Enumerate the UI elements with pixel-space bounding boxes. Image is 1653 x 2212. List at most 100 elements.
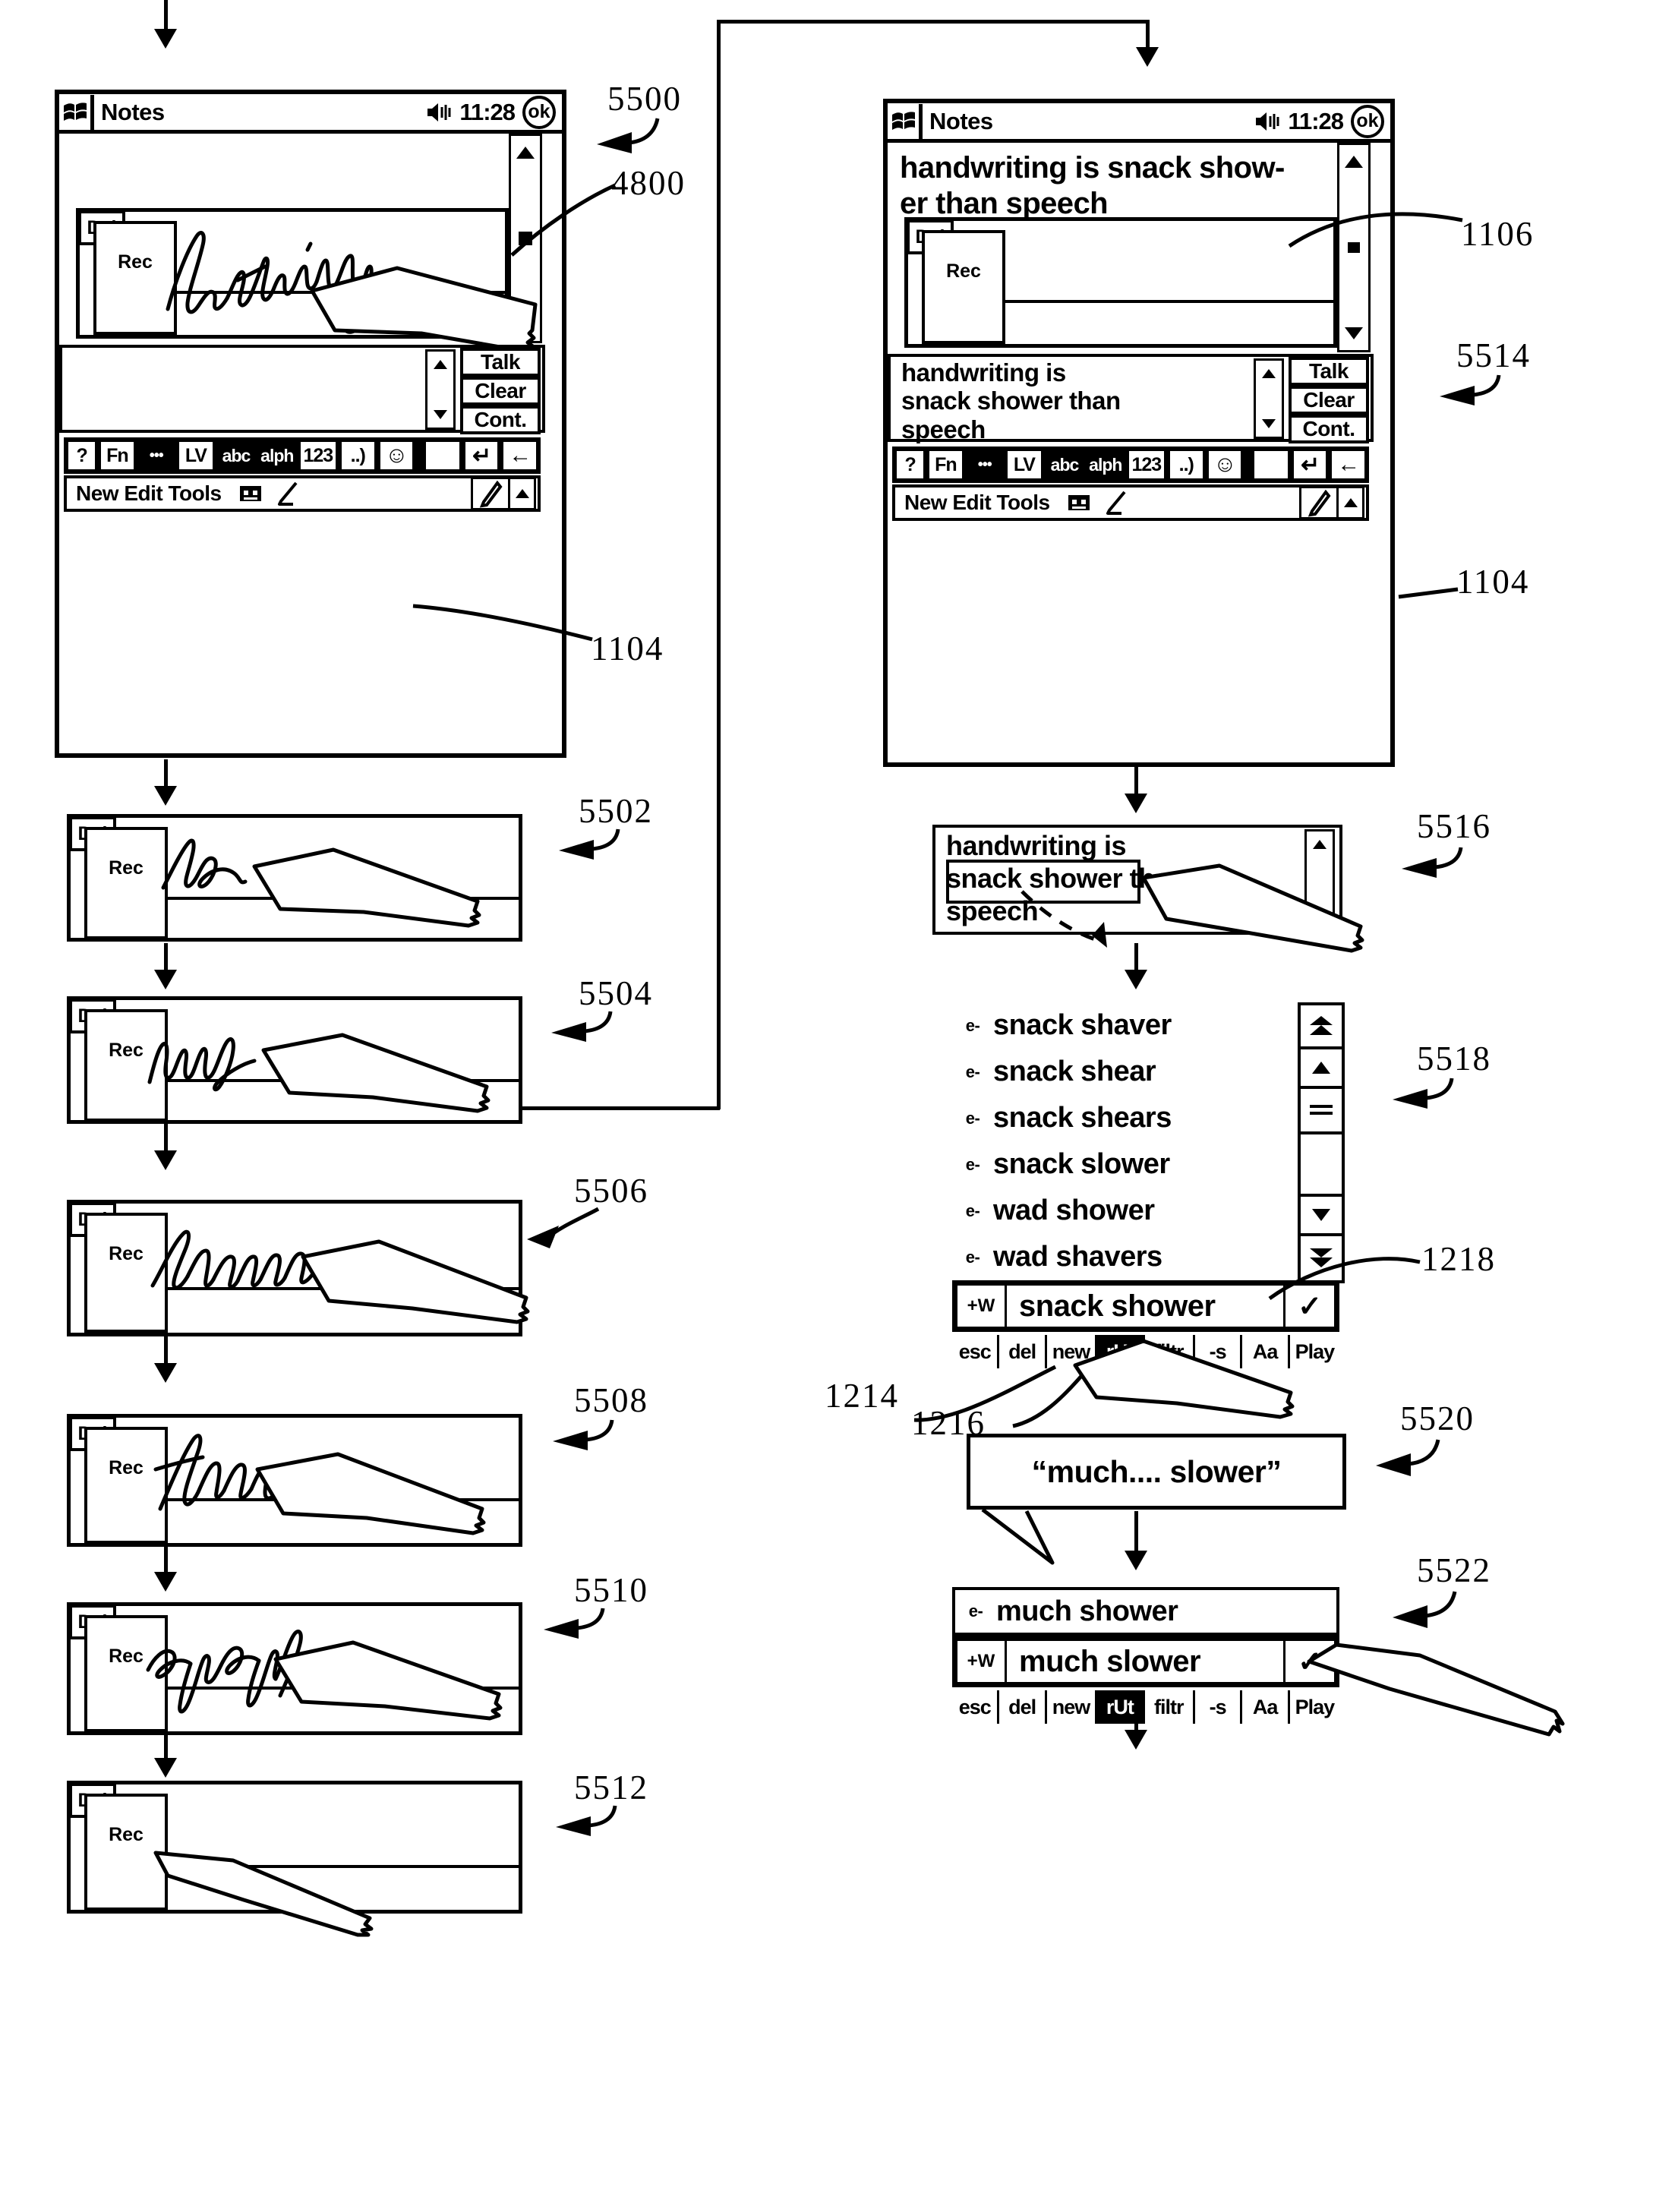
key-blank[interactable] [423,440,462,472]
scroll-down-icon[interactable] [1301,1197,1342,1236]
chevron-up-icon[interactable] [1339,486,1364,519]
status-label[interactable]: New Edit Tools [76,481,222,506]
talk-button[interactable]: Talk [1289,357,1369,386]
filtr-button[interactable]: filtr [1144,1690,1195,1724]
key-blank[interactable] [1251,449,1290,481]
key-fn[interactable]: Fn [927,449,964,481]
list-item-label[interactable]: much shower [996,1595,1178,1628]
list-item[interactable]: e- snack shears [952,1095,1339,1141]
smiley-icon[interactable]: ☺ [377,440,415,472]
selected-alternate-text[interactable]: snack shower [1007,1286,1283,1327]
statusbar-right[interactable]: New Edit Tools [892,484,1369,521]
double-up-icon[interactable] [1301,1005,1342,1049]
minus-s-button[interactable]: -s [1194,1690,1243,1724]
key-more[interactable]: ••• [137,440,175,472]
del-button[interactable]: del [999,1690,1047,1724]
scroll-down-icon[interactable] [427,402,453,428]
scroll-down-icon[interactable] [1339,317,1368,350]
aa-button[interactable]: Aa [1242,1690,1290,1724]
pen-icon[interactable] [1105,491,1128,515]
rec-button[interactable]: Rec [84,827,168,939]
key-fn[interactable]: Fn [99,440,136,472]
alternates-list-5518[interactable]: e- snack shaver e- snack shear e- snack … [952,1002,1339,1273]
chevron-up-icon[interactable] [510,477,536,510]
alternates-list-5522[interactable]: e- much shower [952,1587,1339,1636]
key-lv[interactable]: LV [176,440,216,472]
key-punct[interactable]: ..) [1167,449,1205,481]
pen-icon[interactable] [276,481,299,506]
key-punct[interactable]: ..) [339,440,377,472]
list-item[interactable]: e- snack slower [952,1141,1339,1188]
scroll-thumb[interactable] [1301,1089,1342,1134]
selection-panel-5516[interactable]: handwriting is snack shower than speech [932,825,1364,953]
recognition-text[interactable]: handwriting is snack shower than speech [901,358,1243,443]
list-item-label[interactable]: snack shaver [993,1009,1172,1042]
recognition-panel-left[interactable]: Talk Clear Cont. [59,345,545,434]
scroll-up-icon[interactable] [511,136,540,169]
ink-panel-5504[interactable]: Del Rec [67,996,522,1124]
status-label[interactable]: New Edit Tools [904,491,1050,515]
talk-button[interactable]: Talk [460,348,541,377]
note-text-right[interactable]: handwriting is snack show- er than speec… [900,150,1325,222]
scroll-track[interactable] [1301,1134,1342,1197]
list-item[interactable]: e- wad shower [952,1188,1339,1234]
selected-alternate-text[interactable]: much slower [1007,1641,1283,1682]
scroll-track[interactable] [427,377,453,402]
windows-flag-icon[interactable] [59,94,94,130]
ink-panel-5502[interactable]: Del Rec [67,814,522,942]
ok-button[interactable]: ok [1351,104,1384,138]
ink-capture-box-right[interactable]: Del Rec [904,217,1337,348]
enter-icon[interactable]: ↵ [462,440,500,472]
clear-button[interactable]: Clear [460,377,541,405]
key-abc[interactable]: abc [216,440,256,472]
ink-panel-5508[interactable]: Del Rec [67,1414,522,1547]
key-alph[interactable]: alph [257,440,297,472]
scroll-up-icon[interactable] [1256,361,1282,387]
ok-button[interactable]: ok [522,95,556,129]
command-row-2[interactable]: esc del new rUt filtr -s Aa Play [952,1690,1340,1724]
scroll-up-icon[interactable] [1307,831,1333,857]
enter-icon[interactable]: ↵ [1291,449,1329,481]
rec-button[interactable]: Rec [922,230,1005,344]
new-button[interactable]: new [1046,1690,1098,1724]
key-123[interactable]: 123 [1126,449,1166,481]
recognition-panel-right[interactable]: handwriting is snack shower than speech … [888,354,1374,443]
cont-button[interactable]: Cont. [1289,415,1369,443]
keyboard-icon[interactable] [238,484,263,503]
ink-panel-5510[interactable]: Del Rec [67,1602,522,1735]
speaker-icon[interactable] [1254,111,1280,132]
list-item-label[interactable]: snack slower [993,1148,1170,1181]
scroll-up-icon[interactable] [1339,145,1368,178]
list-item[interactable]: e- snack shaver [952,1002,1339,1049]
scroll-up-icon[interactable] [427,352,453,377]
speaker-icon[interactable] [426,102,452,123]
soft-keyboard-right[interactable]: ? Fn ••• LV abc alph 123 ..) ☺ ↵ ← [892,447,1369,483]
list-item-label[interactable]: snack shear [993,1056,1156,1088]
windows-flag-icon[interactable] [888,103,923,139]
scroll-track[interactable] [1256,387,1282,411]
backspace-icon[interactable]: ← [501,440,539,472]
ink-capture-box-left[interactable]: Del Rec [76,208,538,354]
ink-panel-5512[interactable]: Del Rec [67,1781,522,1937]
list-item-label[interactable]: wad shower [993,1194,1155,1227]
scroll-down-icon[interactable] [1256,411,1282,437]
backspace-icon[interactable]: ← [1330,449,1368,481]
list-item[interactable]: e- snack shear [952,1049,1339,1095]
clear-button[interactable]: Clear [1289,386,1369,415]
list-item[interactable]: e- much shower [955,1590,1336,1633]
key-more[interactable]: ••• [965,449,1004,481]
key-help[interactable]: ? [894,449,926,481]
scroll-track-lower[interactable] [1339,263,1368,317]
write-pen-icon[interactable] [1299,486,1364,519]
recognition-scrollbar-left[interactable] [425,349,456,430]
key-abc[interactable]: abc [1045,449,1084,481]
key-123[interactable]: 123 [298,440,338,472]
list-item-label[interactable]: wad shavers [993,1241,1162,1273]
scroll-up-icon[interactable] [1301,1049,1342,1089]
key-help[interactable]: ? [66,440,98,472]
smiley-icon[interactable]: ☺ [1206,449,1244,481]
cont-button[interactable]: Cont. [460,405,541,434]
rut-button[interactable]: rUt [1097,1690,1145,1724]
recognition-scrollbar-right[interactable] [1254,358,1284,439]
selected-alternate-bar-2[interactable]: +W much slower ✓ [952,1636,1339,1687]
